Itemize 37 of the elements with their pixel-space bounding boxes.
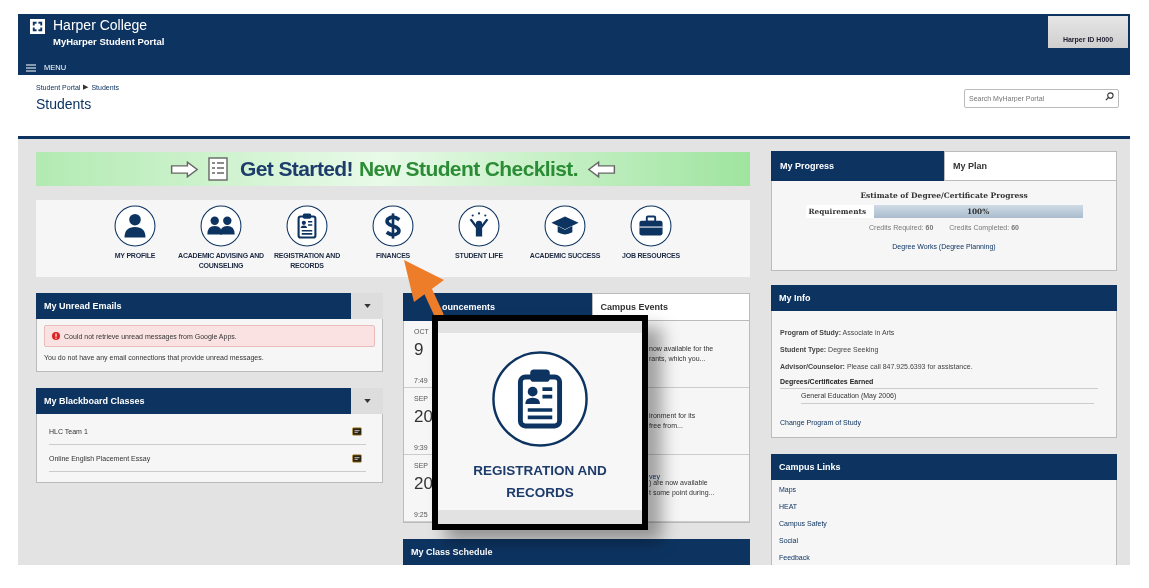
- logo-icon: [30, 19, 45, 34]
- checklist-icon: [208, 157, 228, 181]
- clipboard-icon: [491, 350, 589, 448]
- college-name: Harper College: [53, 18, 149, 33]
- graduation-cap-icon: [544, 205, 586, 247]
- cheering-person-icon: [458, 205, 500, 247]
- panel-title: Campus Links: [779, 462, 841, 472]
- panel-title: My Blackboard Classes: [44, 396, 145, 406]
- clipboard-icon: [286, 205, 328, 247]
- dropdown-toggle[interactable]: [351, 293, 383, 319]
- dropdown-toggle[interactable]: [351, 388, 383, 414]
- menu-icon: [26, 63, 36, 72]
- error-icon: [52, 332, 60, 340]
- callout-label: REGISTRATION AND RECORDS: [472, 462, 608, 502]
- people-icon: [200, 205, 242, 247]
- left-arrow-icon: [586, 160, 616, 178]
- date-day: 9: [414, 340, 424, 360]
- search-icon: [1105, 92, 1114, 101]
- person-icon: [114, 205, 156, 247]
- panel-title: My Unread Emails: [44, 301, 122, 311]
- caret-icon: [363, 304, 371, 308]
- date-day: 20: [414, 474, 433, 494]
- portal-name: MyHarper Student Portal: [53, 36, 165, 47]
- checklist-banner[interactable]: Get Started! New Student Checklist.: [36, 152, 750, 186]
- dollar-icon: [372, 205, 414, 247]
- date-day: 20: [414, 407, 433, 427]
- panel-title: My Class Schedule: [411, 547, 493, 557]
- right-arrow-icon: [170, 160, 200, 178]
- tab[interactable]: My Progress: [771, 151, 944, 181]
- tab[interactable]: My Plan: [944, 151, 1117, 181]
- briefcase-icon: [630, 205, 672, 247]
- panel-title: My Info: [779, 293, 811, 303]
- chalkboard-icon: [352, 453, 362, 463]
- chalkboard-icon: [352, 426, 362, 436]
- tab[interactable]: Campus Events: [591, 293, 750, 321]
- page-title: Students: [36, 96, 93, 112]
- caret-icon: [363, 399, 371, 403]
